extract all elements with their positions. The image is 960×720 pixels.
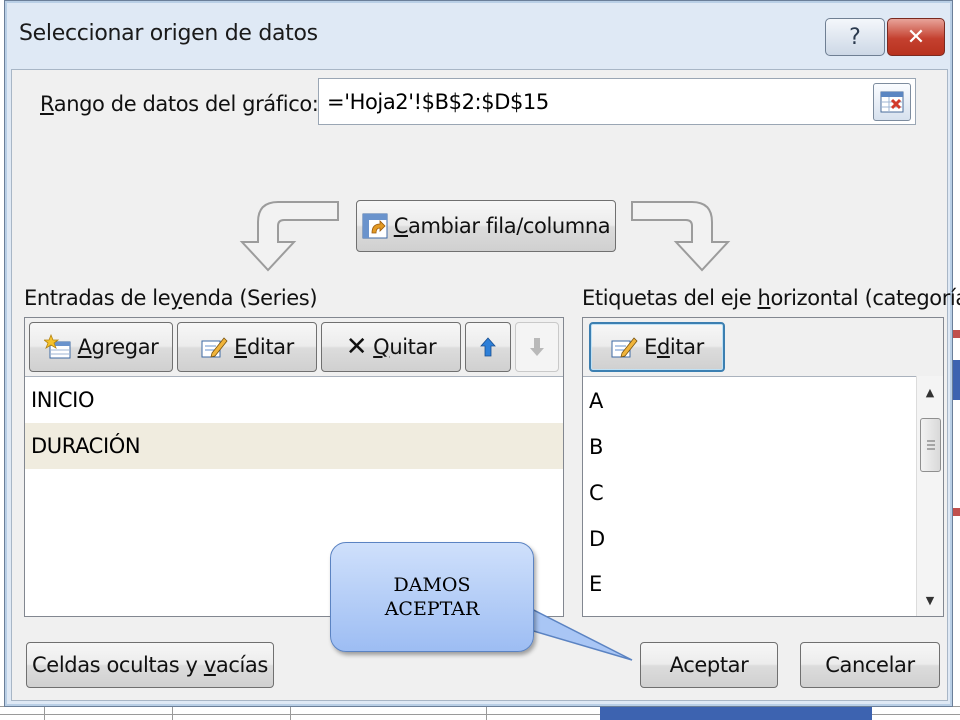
- edit-icon: [200, 335, 228, 359]
- move-down-button[interactable]: [515, 322, 559, 372]
- remove-icon: ✕: [345, 332, 368, 362]
- help-button[interactable]: ?: [825, 18, 885, 56]
- close-icon: ✕: [906, 24, 926, 50]
- arrow-up-icon: [480, 337, 496, 357]
- hidden-empty-cells-button[interactable]: Celdas ocultas y vacías: [26, 642, 274, 688]
- scroll-thumb[interactable]: [920, 418, 941, 472]
- series-item-inicio[interactable]: INICIO: [25, 377, 563, 423]
- axis-labels-label: Etiquetas del eje horizontal (categoría): [582, 286, 960, 310]
- data-range-input[interactable]: ='Hoja2'!$B$2:$D$15: [318, 78, 916, 125]
- dialog-title: Seleccionar origen de datos: [19, 21, 318, 46]
- collapse-dialog-button[interactable]: [873, 83, 911, 121]
- range-select-icon: [880, 91, 904, 113]
- right-curved-arrow-icon: [631, 201, 731, 272]
- callout-line: ACEPTAR: [384, 598, 480, 620]
- category-item[interactable]: D: [583, 516, 943, 562]
- ok-button[interactable]: Aceptar: [640, 642, 778, 688]
- data-range-label: Rango de datos del gráfico:: [40, 92, 319, 116]
- axis-toolbar: Editar: [583, 318, 943, 377]
- edit-icon: [610, 335, 638, 359]
- arrow-down-icon: [530, 338, 544, 356]
- help-icon: ?: [849, 24, 861, 50]
- callout-line: DAMOS: [393, 574, 471, 596]
- category-label: A: [589, 389, 603, 413]
- switch-row-column-button[interactable]: Cambiar fila/columna: [356, 200, 616, 252]
- background-gridline: [172, 705, 173, 720]
- category-label: E: [589, 572, 602, 596]
- category-item[interactable]: E: [583, 562, 943, 606]
- series-item-label: INICIO: [31, 388, 95, 412]
- close-button[interactable]: ✕: [887, 18, 945, 56]
- background-gridline: [486, 705, 487, 720]
- grip-icon: [926, 440, 935, 450]
- background-chart-mark: [953, 360, 960, 400]
- category-label: B: [589, 435, 604, 459]
- background-gridline: [44, 705, 45, 720]
- series-item-duracion[interactable]: DURACIÓN: [25, 423, 563, 469]
- category-label: D: [589, 527, 605, 551]
- data-range-value: ='Hoja2'!$B$2:$D$15: [327, 89, 549, 114]
- dialog-titlebar[interactable]: Seleccionar origen de datos ? ✕: [5, 1, 952, 69]
- edit-axis-labels-button[interactable]: Editar: [589, 322, 725, 372]
- series-item-label: DURACIÓN: [31, 434, 141, 458]
- add-icon: [43, 334, 72, 360]
- background-chart-bar: [600, 706, 872, 720]
- edit-series-button[interactable]: Editar: [177, 322, 317, 372]
- add-series-button[interactable]: Agregar: [29, 322, 173, 372]
- cancel-button[interactable]: Cancelar: [800, 642, 940, 688]
- move-up-button[interactable]: [465, 322, 511, 372]
- instruction-callout: DAMOS ACEPTAR: [330, 542, 534, 652]
- category-item[interactable]: C: [583, 470, 943, 516]
- background-chart-mark: [953, 508, 960, 516]
- remove-series-button[interactable]: ✕ Quitar: [321, 322, 461, 372]
- scroll-up-icon[interactable]: ▲: [917, 380, 943, 404]
- legend-entries-label: Entradas de leyenda (Series): [24, 286, 318, 310]
- axis-labels-panel: Editar A B C D E ▲ ▼: [582, 317, 944, 617]
- switch-row-column-icon: [362, 213, 388, 239]
- categories-scrollbar[interactable]: ▲ ▼: [916, 376, 943, 616]
- category-item[interactable]: A: [583, 378, 943, 424]
- category-label: C: [589, 481, 604, 505]
- scroll-down-icon[interactable]: ▼: [917, 588, 943, 612]
- category-item[interactable]: B: [583, 424, 943, 470]
- background-chart-mark: [953, 330, 960, 338]
- left-curved-arrow-icon: [239, 201, 339, 272]
- legend-toolbar: Agregar Editar ✕ Quitar: [25, 318, 563, 377]
- background-gridline: [290, 705, 291, 720]
